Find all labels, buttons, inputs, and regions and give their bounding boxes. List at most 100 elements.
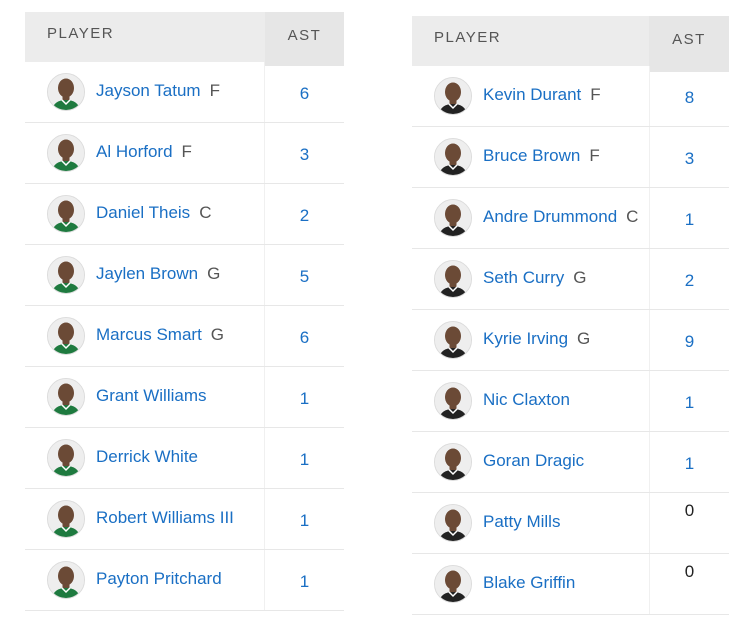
- ast-value[interactable]: 2: [650, 271, 729, 291]
- ast-value[interactable]: 6: [265, 328, 344, 348]
- player-headshot-icon: [434, 443, 472, 481]
- player-headshot-icon: [434, 382, 472, 420]
- ast-cell: 2: [649, 249, 729, 309]
- player-cell: Jaylen Brown G: [25, 245, 265, 305]
- player-name-link[interactable]: Nic Claxton: [483, 390, 570, 410]
- player-position: F: [181, 142, 192, 161]
- player-column-header[interactable]: PLAYER: [412, 16, 650, 66]
- ast-value[interactable]: 6: [265, 84, 344, 104]
- ast-value[interactable]: 5: [265, 267, 344, 287]
- player-cell: Blake Griffin: [412, 554, 652, 614]
- ast-cell: 1: [649, 432, 729, 492]
- player-name-link[interactable]: Daniel Theis C: [96, 203, 211, 223]
- player-headshot-icon: [434, 199, 472, 237]
- player-headshot-icon: [47, 561, 85, 599]
- ast-value[interactable]: 1: [650, 210, 729, 230]
- player-headshot-icon: [47, 73, 85, 111]
- ast-value[interactable]: 1: [265, 450, 344, 470]
- player-name-link[interactable]: Goran Dragic: [483, 451, 584, 471]
- player-name-link[interactable]: Marcus Smart G: [96, 325, 224, 345]
- player-name-link[interactable]: Seth Curry G: [483, 268, 586, 288]
- table-body: Jayson Tatum F 6 Al Horford F 3 Daniel Theis C 2…: [25, 62, 344, 611]
- table-row: Daniel Theis C 2: [25, 184, 344, 245]
- ast-cell: 1: [264, 367, 344, 427]
- ast-value[interactable]: 1: [265, 572, 344, 592]
- player-cell: Kevin Durant F: [412, 66, 652, 126]
- player-name-link[interactable]: Robert Williams III: [96, 508, 234, 528]
- player-name-text: Payton Pritchard: [96, 569, 222, 588]
- ast-cell: 0: [649, 554, 729, 614]
- ast-cell: 9: [649, 310, 729, 370]
- ast-value[interactable]: 1: [265, 511, 344, 531]
- player-name-link[interactable]: Jayson Tatum F: [96, 81, 220, 101]
- player-cell: Kyrie Irving G: [412, 310, 652, 370]
- ast-value: 0: [684, 501, 695, 520]
- player-name-link[interactable]: Patty Mills: [483, 512, 560, 532]
- player-headshot-icon: [47, 134, 85, 172]
- player-cell: Goran Dragic: [412, 432, 652, 492]
- ast-value[interactable]: 3: [650, 149, 729, 169]
- table-row: Bruce Brown F 3: [412, 127, 729, 188]
- ast-cell: 3: [649, 127, 729, 187]
- ast-column-header[interactable]: AST: [265, 12, 344, 66]
- player-position: F: [209, 81, 220, 100]
- ast-cell: 5: [264, 245, 344, 305]
- player-name-text: Andre Drummond: [483, 207, 618, 226]
- player-headshot-icon: [47, 500, 85, 538]
- player-name-link[interactable]: Payton Pritchard: [96, 569, 222, 589]
- ast-cell: 1: [649, 188, 729, 248]
- ast-value[interactable]: 3: [265, 145, 344, 165]
- ast-value[interactable]: 8: [650, 88, 729, 108]
- player-position: C: [199, 203, 212, 222]
- ast-cell: 1: [264, 550, 344, 610]
- player-headshot-icon: [434, 504, 472, 542]
- ast-cell: 2: [264, 184, 344, 244]
- player-name-link[interactable]: Kevin Durant F: [483, 85, 601, 105]
- player-position: G: [573, 268, 587, 287]
- player-name-text: Kyrie Irving: [483, 329, 569, 348]
- celtics-assists-table: PLAYER AST Jayson Tatum F 6 Al Horford F 3 Dan…: [25, 12, 344, 611]
- table-row: Kyrie Irving G 9: [412, 310, 729, 371]
- player-name-link[interactable]: Bruce Brown F: [483, 146, 600, 166]
- player-name-text: Derrick White: [96, 447, 199, 466]
- player-name-text: Nic Claxton: [483, 390, 570, 409]
- ast-value[interactable]: 9: [650, 332, 729, 352]
- table-row: Kevin Durant F 8: [412, 66, 729, 127]
- player-name-text: Kevin Durant: [483, 85, 582, 104]
- ast-cell: 1: [649, 371, 729, 431]
- ast-value[interactable]: 1: [650, 454, 729, 474]
- player-name-text: Goran Dragic: [483, 451, 585, 470]
- table-body: Kevin Durant F 8 Bruce Brown F 3 Andre Drummon…: [412, 66, 729, 615]
- player-position: G: [577, 329, 591, 348]
- player-cell: Robert Williams III: [25, 489, 265, 549]
- player-column-header[interactable]: PLAYER: [25, 12, 265, 62]
- ast-cell: 1: [264, 428, 344, 488]
- player-cell: Seth Curry G: [412, 249, 652, 309]
- player-name-link[interactable]: Kyrie Irving G: [483, 329, 590, 349]
- player-position: C: [626, 207, 639, 226]
- player-name-link[interactable]: Derrick White: [96, 447, 198, 467]
- player-cell: Patty Mills: [412, 493, 652, 553]
- player-headshot-icon: [434, 565, 472, 603]
- table-header: PLAYER AST: [412, 16, 729, 72]
- ast-cell: 8: [649, 66, 729, 126]
- player-cell: Daniel Theis C: [25, 184, 265, 244]
- player-name-link[interactable]: Blake Griffin: [483, 573, 575, 593]
- player-cell: Nic Claxton: [412, 371, 652, 431]
- player-headshot-icon: [47, 378, 85, 416]
- player-headshot-icon: [47, 195, 85, 233]
- table-row: Blake Griffin 0: [412, 554, 729, 615]
- ast-value[interactable]: 1: [650, 393, 729, 413]
- player-name-link[interactable]: Grant Williams: [96, 386, 207, 406]
- player-name-link[interactable]: Jaylen Brown G: [96, 264, 220, 284]
- player-position: G: [210, 325, 225, 344]
- ast-column-header[interactable]: AST: [649, 16, 729, 72]
- table-row: Goran Dragic 1: [412, 432, 729, 493]
- player-name-link[interactable]: Andre Drummond C: [483, 207, 638, 227]
- ast-value[interactable]: 2: [265, 206, 344, 226]
- player-name-text: Al Horford: [96, 142, 173, 161]
- player-name-link[interactable]: Al Horford F: [96, 142, 192, 162]
- table-row: Nic Claxton 1: [412, 371, 729, 432]
- player-headshot-icon: [434, 321, 472, 359]
- ast-value[interactable]: 1: [265, 389, 344, 409]
